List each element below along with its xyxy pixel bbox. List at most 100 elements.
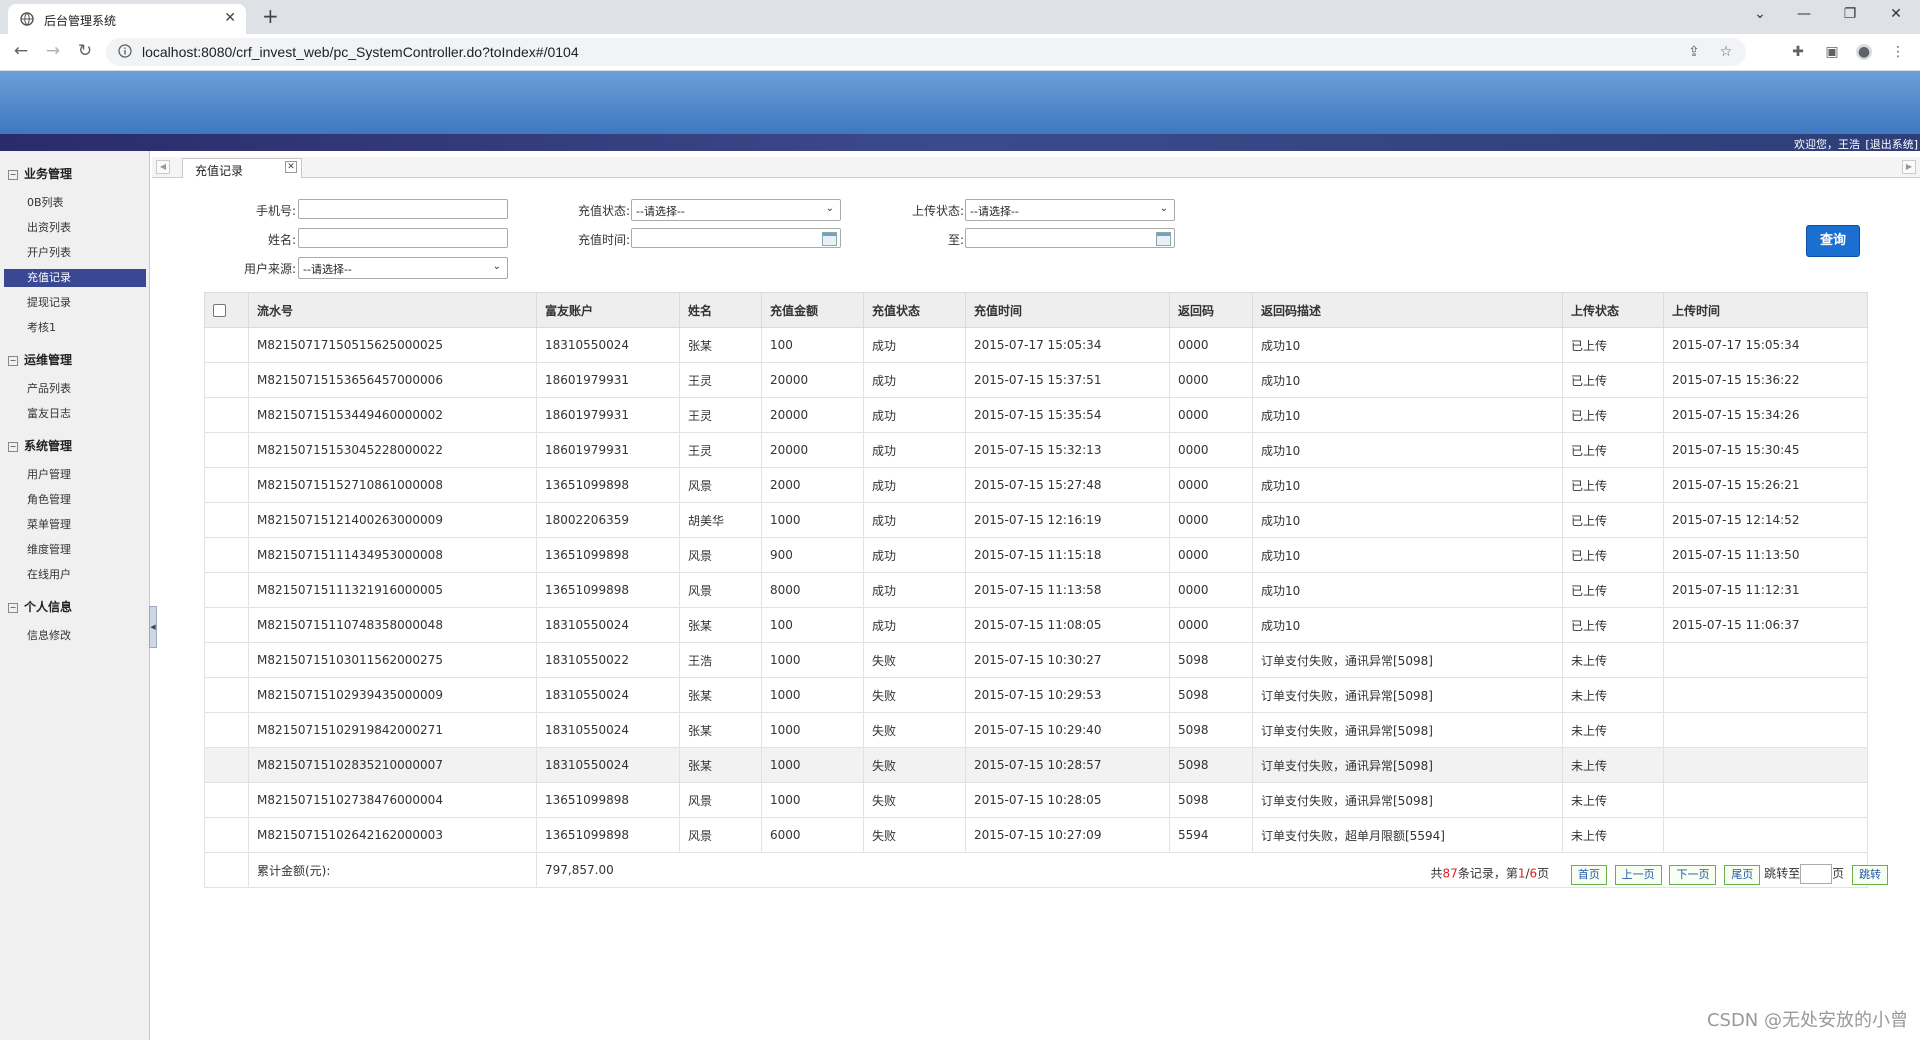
sidebar-collapse-handle[interactable]: ◀: [149, 606, 157, 648]
calendar-icon[interactable]: [1156, 232, 1171, 246]
to-time-input[interactable]: [965, 228, 1175, 248]
sidebar-item-online-users[interactable]: 在线用户: [4, 566, 146, 584]
column-header[interactable]: 姓名: [679, 292, 762, 328]
first-page-button[interactable]: 首页: [1570, 864, 1607, 885]
url-text[interactable]: localhost:8080/crf_invest_web/pc_SystemC…: [142, 44, 579, 60]
table-row[interactable]: M82150717150515625000025 18310550024 张某 100…: [204, 327, 1868, 363]
table-row[interactable]: M82150715152710861000008 13651099898 风景 200…: [204, 467, 1868, 503]
recharge-status-cell: 成功: [863, 467, 966, 503]
close-tab-icon[interactable]: ✕: [285, 161, 297, 173]
share-icon[interactable]: ⇪: [1686, 44, 1702, 60]
menu-kebab-icon[interactable]: ⋮: [1890, 44, 1906, 60]
last-page-button[interactable]: 尾页: [1724, 864, 1761, 885]
sidebar-item-fuyou-log[interactable]: 富友日志: [4, 405, 146, 423]
next-page-button[interactable]: 下一页: [1669, 864, 1717, 885]
table-row[interactable]: M82150715110748358000048 18310550024 张某 100…: [204, 607, 1868, 643]
browser-tab[interactable]: 后台管理系统 ✕: [8, 4, 246, 34]
row-select-cell: [204, 642, 249, 678]
pagination: 共87条记录，第1/6页 首页 上一页 下一页 尾页 跳转至页 跳转: [1431, 864, 1888, 885]
source-select[interactable]: --请选择-- ⌄: [298, 257, 508, 279]
bookmark-star-icon[interactable]: ☆: [1718, 44, 1734, 60]
collapse-minus-icon[interactable]: −: [8, 603, 18, 613]
restore-icon[interactable]: ❐: [1840, 6, 1860, 22]
extensions-icon[interactable]: ✚: [1790, 44, 1806, 60]
select-all-checkbox[interactable]: [213, 304, 226, 317]
sidebar-item-role-management[interactable]: 角色管理: [4, 491, 146, 509]
tab-recharge-records[interactable]: 充值记录 ✕: [182, 158, 302, 178]
scroll-right-icon[interactable]: ▶: [1902, 160, 1916, 174]
sidebar-item-funding-list[interactable]: 出资列表: [4, 219, 146, 237]
table-row[interactable]: M82150715102919842000271 18310550024 张某 100…: [204, 712, 1868, 748]
table-row[interactable]: M82150715121400263000009 18002206359 胡美华 10…: [204, 502, 1868, 538]
window-close-icon[interactable]: ✕: [1886, 6, 1906, 22]
column-header[interactable]: 返回码: [1169, 292, 1253, 328]
table-row[interactable]: M82150715153656457000006 18601979931 王灵 200…: [204, 362, 1868, 398]
column-header[interactable]: 上传时间: [1663, 292, 1868, 328]
name-input[interactable]: [298, 228, 508, 248]
close-tab-icon[interactable]: ✕: [224, 10, 236, 26]
column-header[interactable]: 充值时间: [965, 292, 1170, 328]
sidebar-item-ob-list[interactable]: 0B列表: [4, 194, 146, 212]
tab-search-icon[interactable]: ⌄: [1750, 6, 1770, 22]
return-code-cell: 5594: [1169, 817, 1253, 853]
jump-button[interactable]: 跳转: [1852, 864, 1888, 885]
table-row[interactable]: M82150715111434953000008 13651099898 风景 900…: [204, 537, 1868, 573]
phone-input[interactable]: [298, 199, 508, 219]
sidebar-group-personal[interactable]: − 个人信息: [8, 598, 72, 615]
recharge-time-input[interactable]: [631, 228, 841, 248]
sidebar-item-recharge-records[interactable]: 充值记录: [4, 269, 146, 287]
calendar-icon[interactable]: [822, 232, 837, 246]
column-header[interactable]: 返回码描述: [1252, 292, 1563, 328]
collapse-minus-icon[interactable]: −: [8, 356, 18, 366]
collapse-minus-icon[interactable]: −: [8, 442, 18, 452]
back-icon[interactable]: ←: [10, 41, 32, 61]
table-row[interactable]: M82150715102738476000004 13651099898 风景 100…: [204, 782, 1868, 818]
column-header[interactable]: 充值金额: [761, 292, 864, 328]
minimize-icon[interactable]: —: [1794, 6, 1814, 22]
sidebar-item-user-management[interactable]: 用户管理: [4, 466, 146, 484]
sidebar-item-withdraw-records[interactable]: 提现记录: [4, 294, 146, 312]
upload-status-select[interactable]: --请选择-- ⌄: [965, 199, 1175, 221]
sidebar-group-system[interactable]: − 系统管理: [8, 437, 72, 454]
forward-icon[interactable]: →: [42, 41, 64, 61]
recharge-status-cell: 失败: [863, 712, 966, 748]
sidebar-group-business[interactable]: − 业务管理: [8, 165, 72, 182]
sidebar-item-edit-info[interactable]: 信息修改: [4, 627, 146, 645]
row-select-cell: [204, 677, 249, 713]
row-select-cell: [204, 817, 249, 853]
profile-avatar-icon[interactable]: ●: [1856, 44, 1872, 60]
recharge-status-select[interactable]: --请选择-- ⌄: [631, 199, 841, 221]
jump-page-input[interactable]: [1800, 864, 1833, 884]
new-tab-button[interactable]: +: [262, 4, 279, 28]
reload-icon[interactable]: ↻: [74, 41, 96, 61]
source-label: 用户来源:: [243, 262, 296, 276]
sidebar-item-account-list[interactable]: 开户列表: [4, 244, 146, 262]
query-button[interactable]: 查询: [1806, 225, 1860, 257]
column-header[interactable]: 充值状态: [863, 292, 966, 328]
column-header[interactable]: 富友账户: [536, 292, 680, 328]
table-row[interactable]: M82150715102835210000007 18310550024 张某 100…: [204, 747, 1868, 783]
sidebar-item-product-list[interactable]: 产品列表: [4, 380, 146, 398]
column-header[interactable]: 上传状态: [1562, 292, 1664, 328]
table-row[interactable]: M82150715102939435000009 18310550024 张某 100…: [204, 677, 1868, 713]
table-row[interactable]: M82150715102642162000003 13651099898 风景 600…: [204, 817, 1868, 853]
name-cell: 风景: [679, 782, 762, 818]
sidebar-item-dimension-management[interactable]: 维度管理: [4, 541, 146, 559]
sidebar-item-assessment[interactable]: 考核1: [4, 319, 146, 337]
logout-link[interactable]: [退出系统]: [1865, 136, 1918, 152]
app-header-banner: [0, 71, 1920, 134]
sidebar-item-menu-management[interactable]: 菜单管理: [4, 516, 146, 534]
column-header[interactable]: 流水号: [248, 292, 537, 328]
address-bar[interactable]: localhost:8080/crf_invest_web/pc_SystemC…: [106, 38, 1746, 66]
table-row[interactable]: M82150715153045228000022 18601979931 王灵 200…: [204, 432, 1868, 468]
table-row[interactable]: M82150715153449460000002 18601979931 王灵 200…: [204, 397, 1868, 433]
side-panel-icon[interactable]: ▣: [1824, 44, 1840, 60]
table-row[interactable]: M82150715111321916000005 13651099898 风景 800…: [204, 572, 1868, 608]
sidebar-group-ops[interactable]: − 运维管理: [8, 351, 72, 368]
collapse-minus-icon[interactable]: −: [8, 170, 18, 180]
table-row[interactable]: M82150715103011562000275 18310550022 王浩 100…: [204, 642, 1868, 678]
amount-cell: 100: [761, 607, 864, 643]
scroll-left-icon[interactable]: ◀: [156, 160, 170, 174]
prev-page-button[interactable]: 上一页: [1614, 864, 1662, 885]
site-info-icon[interactable]: [118, 44, 132, 58]
